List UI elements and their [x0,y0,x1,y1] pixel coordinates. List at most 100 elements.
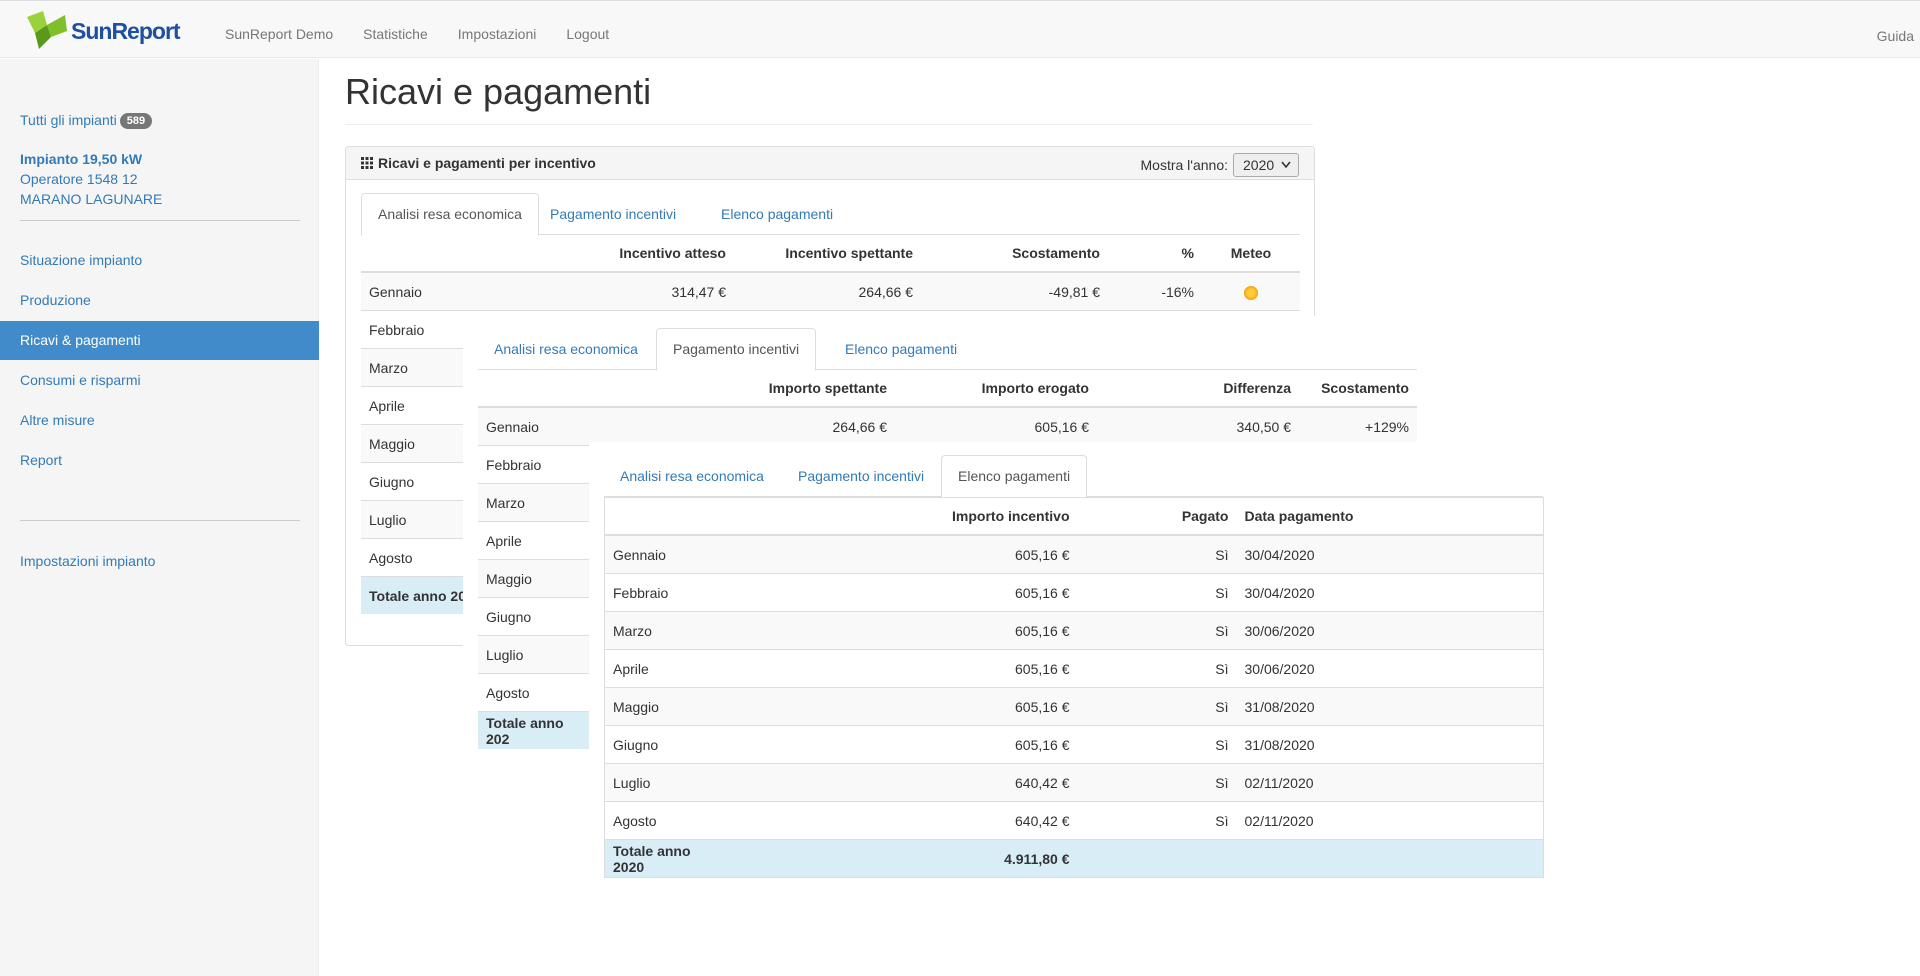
tab-analisi-resa[interactable]: Analisi resa economica [361,193,539,236]
date-cell: 02/11/2020 [1236,801,1544,840]
sidebar-item-report[interactable]: Report [20,452,62,468]
amount-cell: 605,16 € [724,649,1078,688]
month-cell: Luglio [604,763,725,802]
paid-cell: Sì [1077,573,1237,612]
month-cell: Agosto [604,801,725,840]
paid-cell: Sì [1077,763,1237,802]
table-row: Gennaio 605,16 € Sì 30/04/2020 [604,534,1544,574]
table-row: Febbraio 605,16 € Sì 30/04/2020 [604,573,1544,612]
plant-operator[interactable]: Operatore 1548 12 [20,171,138,187]
sidebar: Tutti gli impianti 589 Impianto 19,50 kW … [0,59,319,976]
col-header: Importo incentivo [724,497,1078,536]
sidebar-item-altre-misure[interactable]: Altre misure [20,412,95,428]
sidebar-item-impostazioni-impianto[interactable]: Impostazioni impianto [20,553,155,569]
col-header: Importo spettante [598,370,895,408]
tab-analisi-resa[interactable]: Analisi resa economica [478,328,654,370]
paid-cell: Sì [1077,687,1237,726]
value-cell: 314,47 € [481,271,734,311]
month-cell: Febbraio [478,445,598,484]
col-header: Data pagamento [1236,497,1544,536]
paid-cell: Sì [1077,611,1237,650]
col-header: Incentivo spettante [734,235,921,273]
date-cell: 31/08/2020 [1236,725,1544,764]
value-cell: +129% [1299,406,1417,446]
grid-icon [361,157,373,169]
nav-logout[interactable]: Logout [551,1,624,59]
col-header: Differenza [1097,370,1299,408]
month-cell: Giugno [478,597,598,636]
month-cell: Maggio [604,687,725,726]
sidebar-divider [20,520,300,521]
col-header [361,235,481,273]
amount-cell: 640,42 € [724,801,1078,840]
table-row: Marzo 605,16 € Sì 30/06/2020 [604,611,1544,650]
tab-elenco-pagamenti[interactable]: Elenco pagamenti [941,455,1088,498]
table-row: Giugno 605,16 € Sì 31/08/2020 [604,725,1544,764]
paid-cell: Sì [1077,725,1237,764]
month-cell: Gennaio [604,534,725,574]
value-cell: 264,66 € [734,271,921,311]
logo-text: SunReport [71,17,181,44]
date-cell: 30/04/2020 [1236,534,1544,574]
amount-cell: 605,16 € [724,725,1078,764]
sidebar-item-situazione[interactable]: Situazione impianto [20,252,142,268]
plant-location[interactable]: MARANO LAGUNARE [20,191,162,207]
sidebar-item-consumi[interactable]: Consumi e risparmi [20,372,141,388]
nav-sunreport-demo[interactable]: SunReport Demo [210,1,348,59]
table-row: Gennaio 314,47 € 264,66 € -49,81 € -16% [361,271,1300,311]
value-cell: 264,66 € [598,406,895,446]
value-cell: 605,16 € [895,406,1097,446]
table-row: Aprile 605,16 € Sì 30/06/2020 [604,649,1544,688]
month-cell: Luglio [478,635,598,674]
sidebar-item-produzione[interactable]: Produzione [20,292,91,308]
month-cell: Giugno [604,725,725,764]
col-header: Scostamento [1299,370,1417,408]
month-cell: Marzo [604,611,725,650]
tab-pagamento-incentivi[interactable]: Pagamento incentivi [656,328,817,371]
col-header: Incentivo atteso [481,235,734,273]
tab-elenco-pagamenti[interactable]: Elenco pagamenti [829,328,973,370]
page-title: Ricavi e pagamenti [345,71,652,112]
col-header [604,497,725,536]
amount-cell: 605,16 € [724,573,1078,612]
paid-cell: Sì [1077,534,1237,574]
sidebar-item-ricavi[interactable]: Ricavi & pagamenti [0,321,319,360]
col-header: Scostamento [921,235,1108,273]
month-cell: Maggio [478,559,598,598]
month-cell: Gennaio [361,271,481,311]
table-row: Luglio 640,42 € Sì 02/11/2020 [604,763,1544,802]
col-header: Meteo [1202,235,1300,273]
nav-statistiche[interactable]: Statistiche [348,1,443,59]
tab-analisi-resa[interactable]: Analisi resa economica [604,455,780,497]
panel-heading: Ricavi e pagamenti per incentivo Mostra … [346,147,1314,180]
tab-pagamento-incentivi[interactable]: Pagamento incentivi [782,455,940,497]
plant-name[interactable]: Impianto 19,50 kW [20,151,142,167]
title-divider [345,124,1313,125]
plants-count-badge: 589 [119,113,153,129]
col-header: % [1108,235,1202,273]
sunreport-logo[interactable]: SunReport [25,11,181,51]
year-select[interactable]: 2020 [1233,153,1299,177]
sun-icon [1244,285,1258,300]
nav-impostazioni[interactable]: Impostazioni [443,1,552,59]
month-cell: Gennaio [478,406,598,446]
tab-pagamento-incentivi[interactable]: Pagamento incentivi [534,193,692,235]
sidebar-divider [20,220,300,221]
top-navbar: SunReport SunReport Demo Statistiche Imp… [0,0,1920,58]
total-value: 4.911,80 € [724,839,1078,878]
panel-title-wrap: Ricavi e pagamenti per incentivo [361,155,596,171]
date-cell: 30/06/2020 [1236,611,1544,650]
all-plants-label: Tutti gli impianti [20,112,117,128]
tab-elenco-pagamenti[interactable]: Elenco pagamenti [705,193,849,235]
month-cell: Agosto [478,673,598,712]
month-cell: Aprile [478,521,598,560]
nav-guida[interactable]: Guida [1877,1,1914,71]
table-row: Agosto 640,42 € Sì 02/11/2020 [604,801,1544,840]
value-cell: -49,81 € [921,271,1108,311]
amount-cell: 605,16 € [724,611,1078,650]
all-plants-link[interactable]: Tutti gli impianti 589 [20,112,153,129]
date-cell: 31/08/2020 [1236,687,1544,726]
amount-cell: 605,16 € [724,687,1078,726]
panel-title: Ricavi e pagamenti per incentivo [378,155,596,171]
year-label: Mostra l'anno: [1140,157,1229,173]
